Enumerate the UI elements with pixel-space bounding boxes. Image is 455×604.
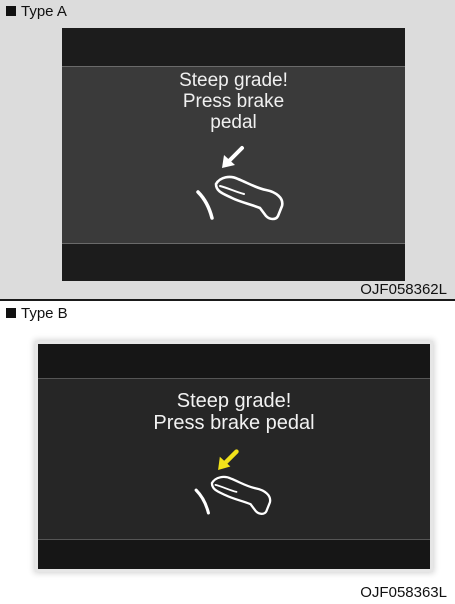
section-divider [0, 299, 455, 301]
type-b-panel: Type B Steep grade! Press brake pedal OJ… [0, 302, 455, 604]
arrow-icon [218, 449, 239, 470]
type-b-heading: Type B [6, 305, 68, 323]
type-b-message-line-1: Steep grade! [176, 390, 292, 412]
type-a-message-line-1: Steep grade! [179, 70, 288, 91]
type-a-heading: Type A [6, 3, 67, 21]
square-bullet-icon [6, 6, 16, 16]
brake-pedal-foot-icon [196, 146, 284, 221]
type-a-figure-code: OJF058362L [360, 281, 447, 298]
type-b-cluster-display: Steep grade! Press brake pedal [38, 344, 430, 569]
type-a-warning-message: Steep grade! Press brake pedal [62, 70, 405, 133]
square-bullet-icon [6, 308, 16, 318]
type-b-warning-message: Steep grade! Press brake pedal [38, 390, 430, 434]
type-a-message-line-2: Press brake [182, 91, 285, 112]
brake-pedal-foot-icon [194, 449, 272, 515]
type-b-label: Type B [21, 305, 68, 322]
type-b-message-line-2: Press brake pedal [153, 412, 315, 434]
type-a-cluster-display: Steep grade! Press brake pedal [62, 28, 405, 281]
arrow-icon [222, 146, 244, 168]
type-a-message-line-3: pedal [210, 112, 257, 133]
type-b-figure-code: OJF058363L [360, 584, 447, 601]
type-a-panel: Type A Steep grade! Press brake pedal OJ… [0, 0, 455, 299]
type-a-label: Type A [21, 3, 67, 20]
